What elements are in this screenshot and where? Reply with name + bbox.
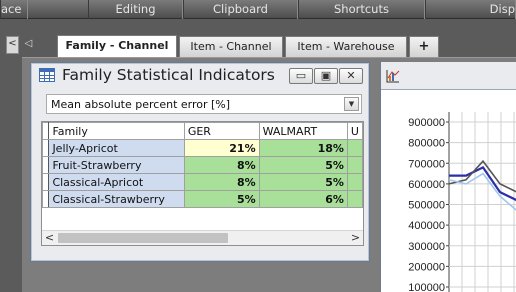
u-cell[interactable] xyxy=(346,190,363,208)
u-cell[interactable] xyxy=(346,156,363,174)
ger-cell[interactable]: 5% xyxy=(183,190,260,208)
ribbon-tab-workspace[interactable]: ace xyxy=(0,0,28,19)
y-tick-label: 300000 xyxy=(408,241,445,253)
tab-scroll-left-button[interactable]: < xyxy=(6,36,19,54)
family-cell[interactable]: Classical-Strawberry xyxy=(48,190,185,208)
walmart-cell[interactable]: 6% xyxy=(258,190,348,208)
family-cell[interactable]: Classical-Apricot xyxy=(48,173,185,191)
ger-cell[interactable]: 8% xyxy=(183,173,260,191)
series-line-2 xyxy=(448,172,516,211)
tab-scroll-prev-button[interactable]: ◁ xyxy=(22,36,35,54)
walmart-cell[interactable]: 18% xyxy=(258,139,348,157)
ribbon-tab-editing[interactable]: Editing xyxy=(88,0,183,19)
y-tick-label: 400000 xyxy=(408,220,445,232)
table-grid-icon xyxy=(39,68,55,82)
window-title: Family Statistical Indicators xyxy=(62,66,275,84)
minimize-button[interactable]: ▭ xyxy=(289,68,313,84)
chevron-down-icon[interactable]: ▼ xyxy=(344,97,359,111)
column-header-ger[interactable]: GER xyxy=(183,122,260,140)
restore-icon: ▣ xyxy=(320,69,332,82)
scroll-left-icon[interactable]: < xyxy=(42,231,57,245)
table-row[interactable]: Classical-Strawberry 5% 6% xyxy=(42,190,363,208)
walmart-cell[interactable]: 5% xyxy=(258,156,348,174)
ribbon-tab-display[interactable]: Disp xyxy=(425,0,516,19)
table-row[interactable]: Classical-Apricot 8% 5% xyxy=(42,173,363,191)
ger-cell[interactable]: 8% xyxy=(183,156,260,174)
minimize-icon: ▭ xyxy=(295,69,307,82)
y-tick-label: 200000 xyxy=(408,261,445,273)
table-header-row: Family GER WALMART U xyxy=(42,122,363,140)
family-statistical-indicators-window: Family Statistical Indicators ▭ ▣ ✕ Mean… xyxy=(30,62,370,262)
indicator-select-value: Mean absolute percent error [%] xyxy=(51,98,231,111)
y-tick-label: 600000 xyxy=(408,179,445,191)
tab-family-channel[interactable]: Family - Channel xyxy=(57,35,177,57)
window-titlebar[interactable]: Family Statistical Indicators ▭ ▣ ✕ xyxy=(31,63,369,89)
ribbon-tab-shortcuts[interactable]: Shortcuts xyxy=(298,0,425,19)
tab-item-warehouse[interactable]: Item - Warehouse xyxy=(285,36,407,57)
tab-item-channel[interactable]: Item - Channel xyxy=(179,36,283,57)
walmart-cell[interactable]: 5% xyxy=(258,173,348,191)
line-chart: 900000 800000 700000 600000 500000 400000 3000… xyxy=(408,112,516,292)
ribbon-menu: ace Editing Clipboard Shortcuts Disp xyxy=(0,0,516,19)
close-icon: ✕ xyxy=(346,69,356,82)
y-tick-label: 900000 xyxy=(408,117,445,129)
column-header-walmart[interactable]: WALMART xyxy=(258,122,348,140)
y-tick-label: 700000 xyxy=(408,158,445,170)
column-header-family[interactable]: Family xyxy=(48,122,185,140)
table-row[interactable]: Jelly-Apricot 21% 18% xyxy=(42,139,363,157)
u-cell[interactable] xyxy=(346,139,363,157)
family-cell[interactable]: Fruit-Strawberry xyxy=(48,156,185,174)
scroll-right-icon[interactable]: > xyxy=(348,231,363,245)
scrollbar-thumb[interactable] xyxy=(58,233,228,243)
chart-icon xyxy=(386,70,400,83)
chart-window-header[interactable] xyxy=(381,62,516,90)
ribbon-tab-clipboard[interactable]: Clipboard xyxy=(183,0,298,19)
y-tick-label: 100000 xyxy=(408,282,445,292)
chart-window: 900000 800000 700000 600000 500000 400000 3000… xyxy=(380,62,516,292)
y-tick-label: 500000 xyxy=(408,200,445,212)
ger-cell[interactable]: 21% xyxy=(183,139,260,157)
y-tick-label: 800000 xyxy=(408,138,445,150)
tab-add-button[interactable]: + xyxy=(409,36,439,57)
u-cell[interactable] xyxy=(346,173,363,191)
horizontal-scrollbar[interactable]: < > xyxy=(42,230,363,245)
indicator-select[interactable]: Mean absolute percent error [%] ▼ xyxy=(46,94,362,114)
column-header-u[interactable]: U xyxy=(346,122,363,140)
statistics-grid: Family GER WALMART U Jelly-Apricot 21% 1… xyxy=(41,121,364,246)
statistics-table: Family GER WALMART U Jelly-Apricot 21% 1… xyxy=(42,122,363,208)
restore-button[interactable]: ▣ xyxy=(314,68,338,84)
family-cell[interactable]: Jelly-Apricot xyxy=(48,139,185,157)
close-button[interactable]: ✕ xyxy=(339,68,363,84)
table-row[interactable]: Fruit-Strawberry 8% 5% xyxy=(42,156,363,174)
